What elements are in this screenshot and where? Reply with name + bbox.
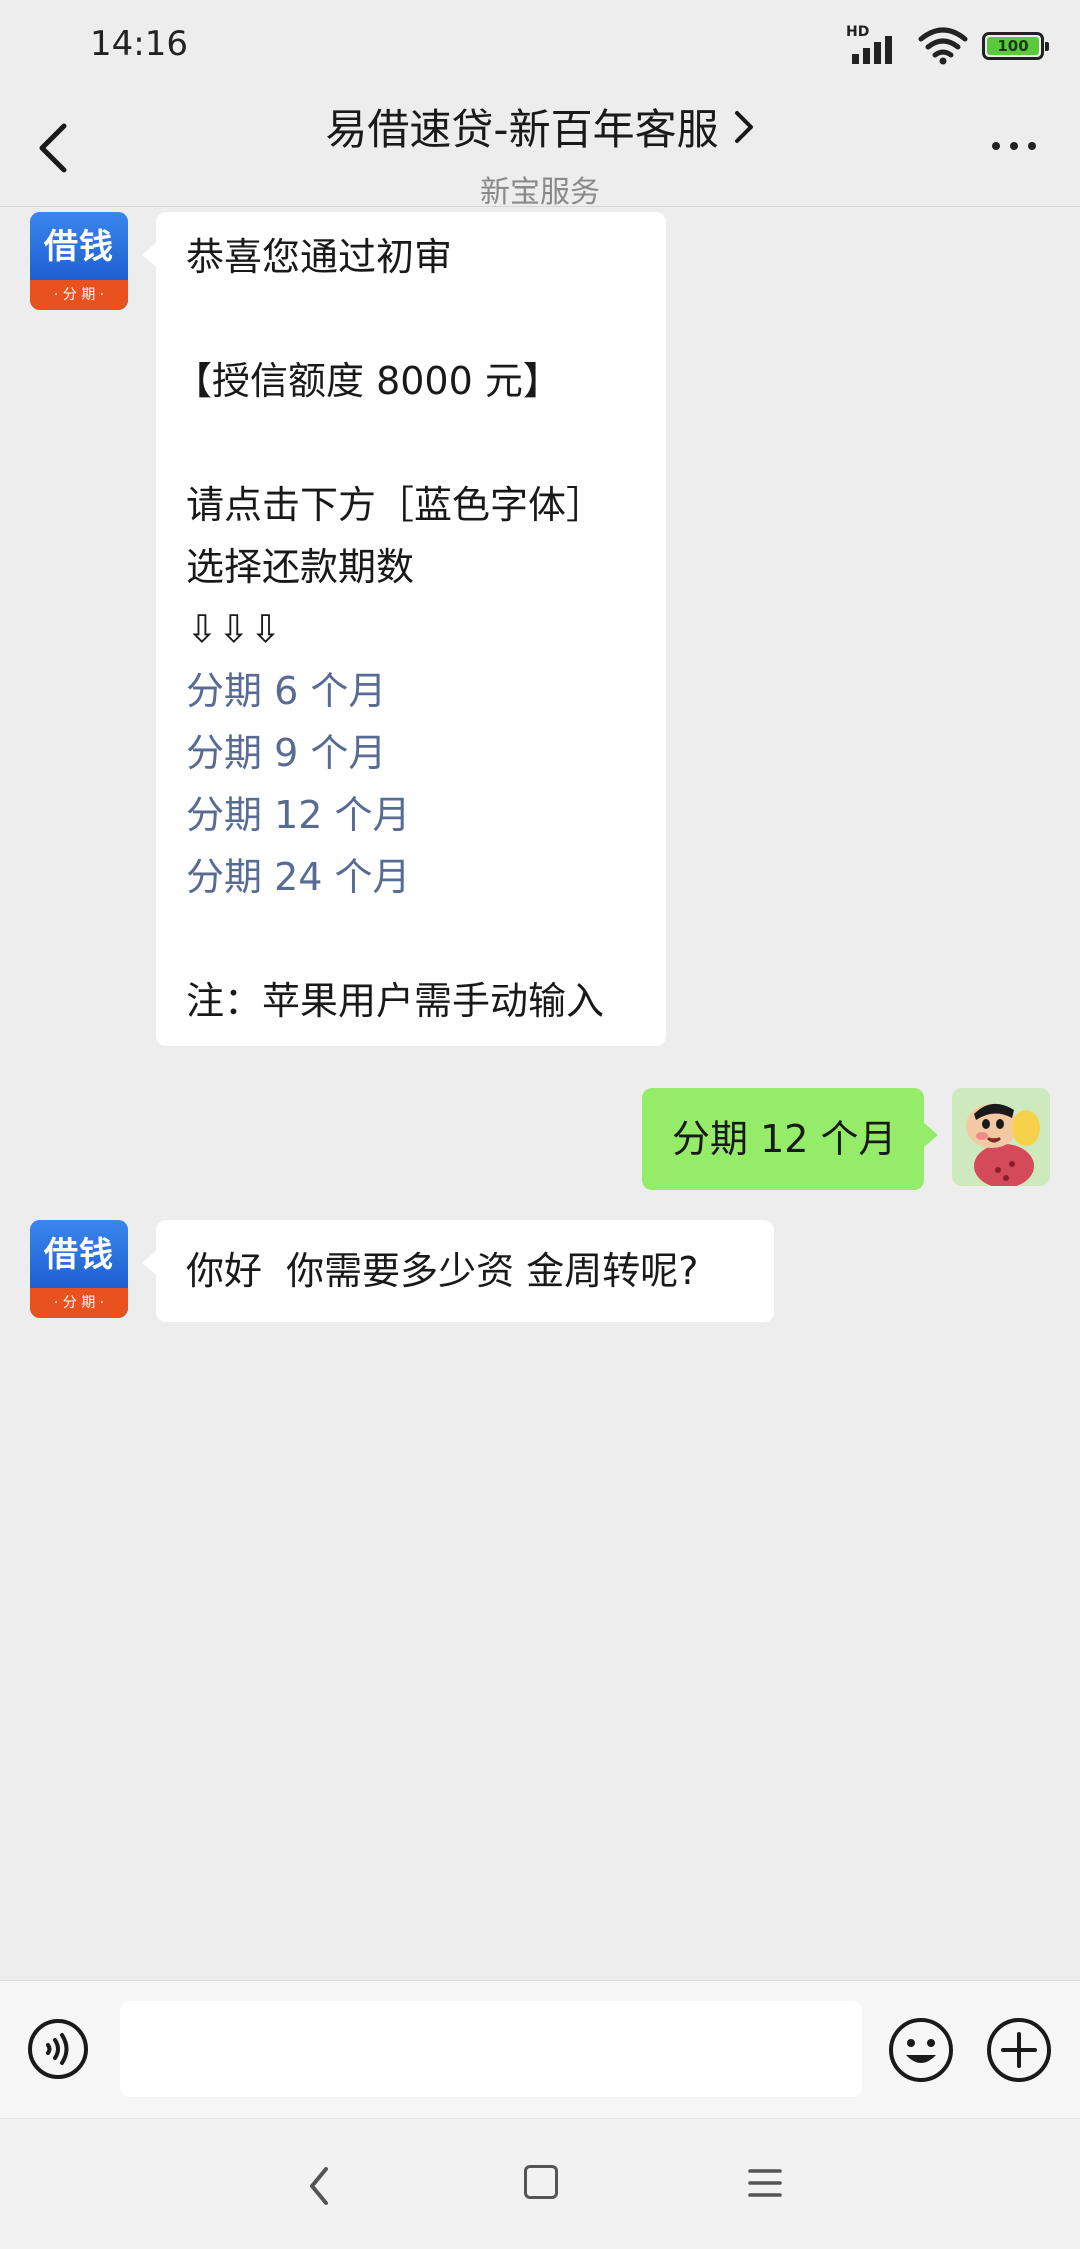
chat-header: 易借速贷-新百年客服 新宝服务: [0, 90, 1080, 210]
message-line: 恭喜您通过初审: [186, 235, 453, 279]
avatar-logo-subtext: · 分 期 ·: [30, 280, 128, 310]
status-icons: HD 100: [846, 24, 1049, 66]
message-line: 请点击下方［蓝色字体］: [186, 483, 605, 527]
avatar-logo-text: 借钱: [30, 212, 128, 280]
business-avatar[interactable]: 借钱 · 分 期 ·: [30, 212, 128, 310]
wifi-icon: [918, 27, 968, 65]
more-dots-icon[interactable]: [992, 142, 1036, 150]
chat-title-text: 易借速贷-新百年客服: [325, 105, 719, 154]
message-bubble-incoming[interactable]: 恭喜您通过初审 【授信额度 8000 元】 请点击下方［蓝色字体］ 选择还款期数…: [142, 212, 666, 1046]
installment-link-24[interactable]: 分期 24 个月: [186, 846, 636, 908]
status-time: 14:16: [90, 24, 188, 64]
avatar-logo-subtext: · 分 期 ·: [30, 1288, 128, 1318]
installment-link-9[interactable]: 分期 9 个月: [186, 722, 636, 784]
chat-input-bar: [0, 1980, 1080, 2119]
nav-menu-icon[interactable]: [748, 2165, 782, 2201]
plus-icon[interactable]: [986, 2017, 1052, 2083]
message-text: 你好 你需要多少资 金周转呢?: [186, 1249, 699, 1293]
status-bar: 14:16 HD 100: [0, 0, 1080, 90]
nav-back-icon[interactable]: [300, 2161, 340, 2211]
message-line: 注：苹果用户需手动输入: [186, 979, 605, 1023]
battery-icon: 100: [982, 32, 1049, 60]
message-line: 选择还款期数: [186, 545, 415, 589]
header-title-area[interactable]: 易借速贷-新百年客服 新宝服务: [0, 96, 1080, 211]
installment-link-6[interactable]: 分期 6 个月: [186, 660, 636, 722]
system-nav-bar: [0, 2118, 1080, 2249]
message-bubble-incoming[interactable]: 你好 你需要多少资 金周转呢?: [142, 1220, 774, 1322]
message-line: ⇩⇩⇩: [186, 607, 282, 651]
emoji-icon[interactable]: [888, 2017, 954, 2083]
avatar-logo-text: 借钱: [30, 1220, 128, 1288]
chat-subtitle: 新宝服务: [480, 175, 600, 210]
chat-title[interactable]: 易借速贷-新百年客服: [325, 96, 754, 157]
message-line: 【授信额度 8000 元】: [174, 359, 561, 403]
battery-level: 100: [987, 37, 1039, 55]
message-bubble-outgoing[interactable]: 分期 12 个月: [642, 1088, 938, 1190]
nav-home-icon[interactable]: [524, 2165, 558, 2199]
user-avatar[interactable]: [952, 1088, 1050, 1186]
installment-link-12[interactable]: 分期 12 个月: [186, 784, 636, 846]
hd-signal-icon: HD: [846, 24, 904, 66]
message-input[interactable]: [120, 2001, 862, 2097]
chevron-right-icon: [734, 110, 753, 143]
cartoon-avatar-icon: [952, 1088, 1050, 1186]
business-avatar[interactable]: 借钱 · 分 期 ·: [30, 1220, 128, 1318]
header-divider: [0, 206, 1080, 207]
voice-icon[interactable]: [28, 2019, 88, 2079]
message-text: 分期 12 个月: [672, 1117, 897, 1161]
